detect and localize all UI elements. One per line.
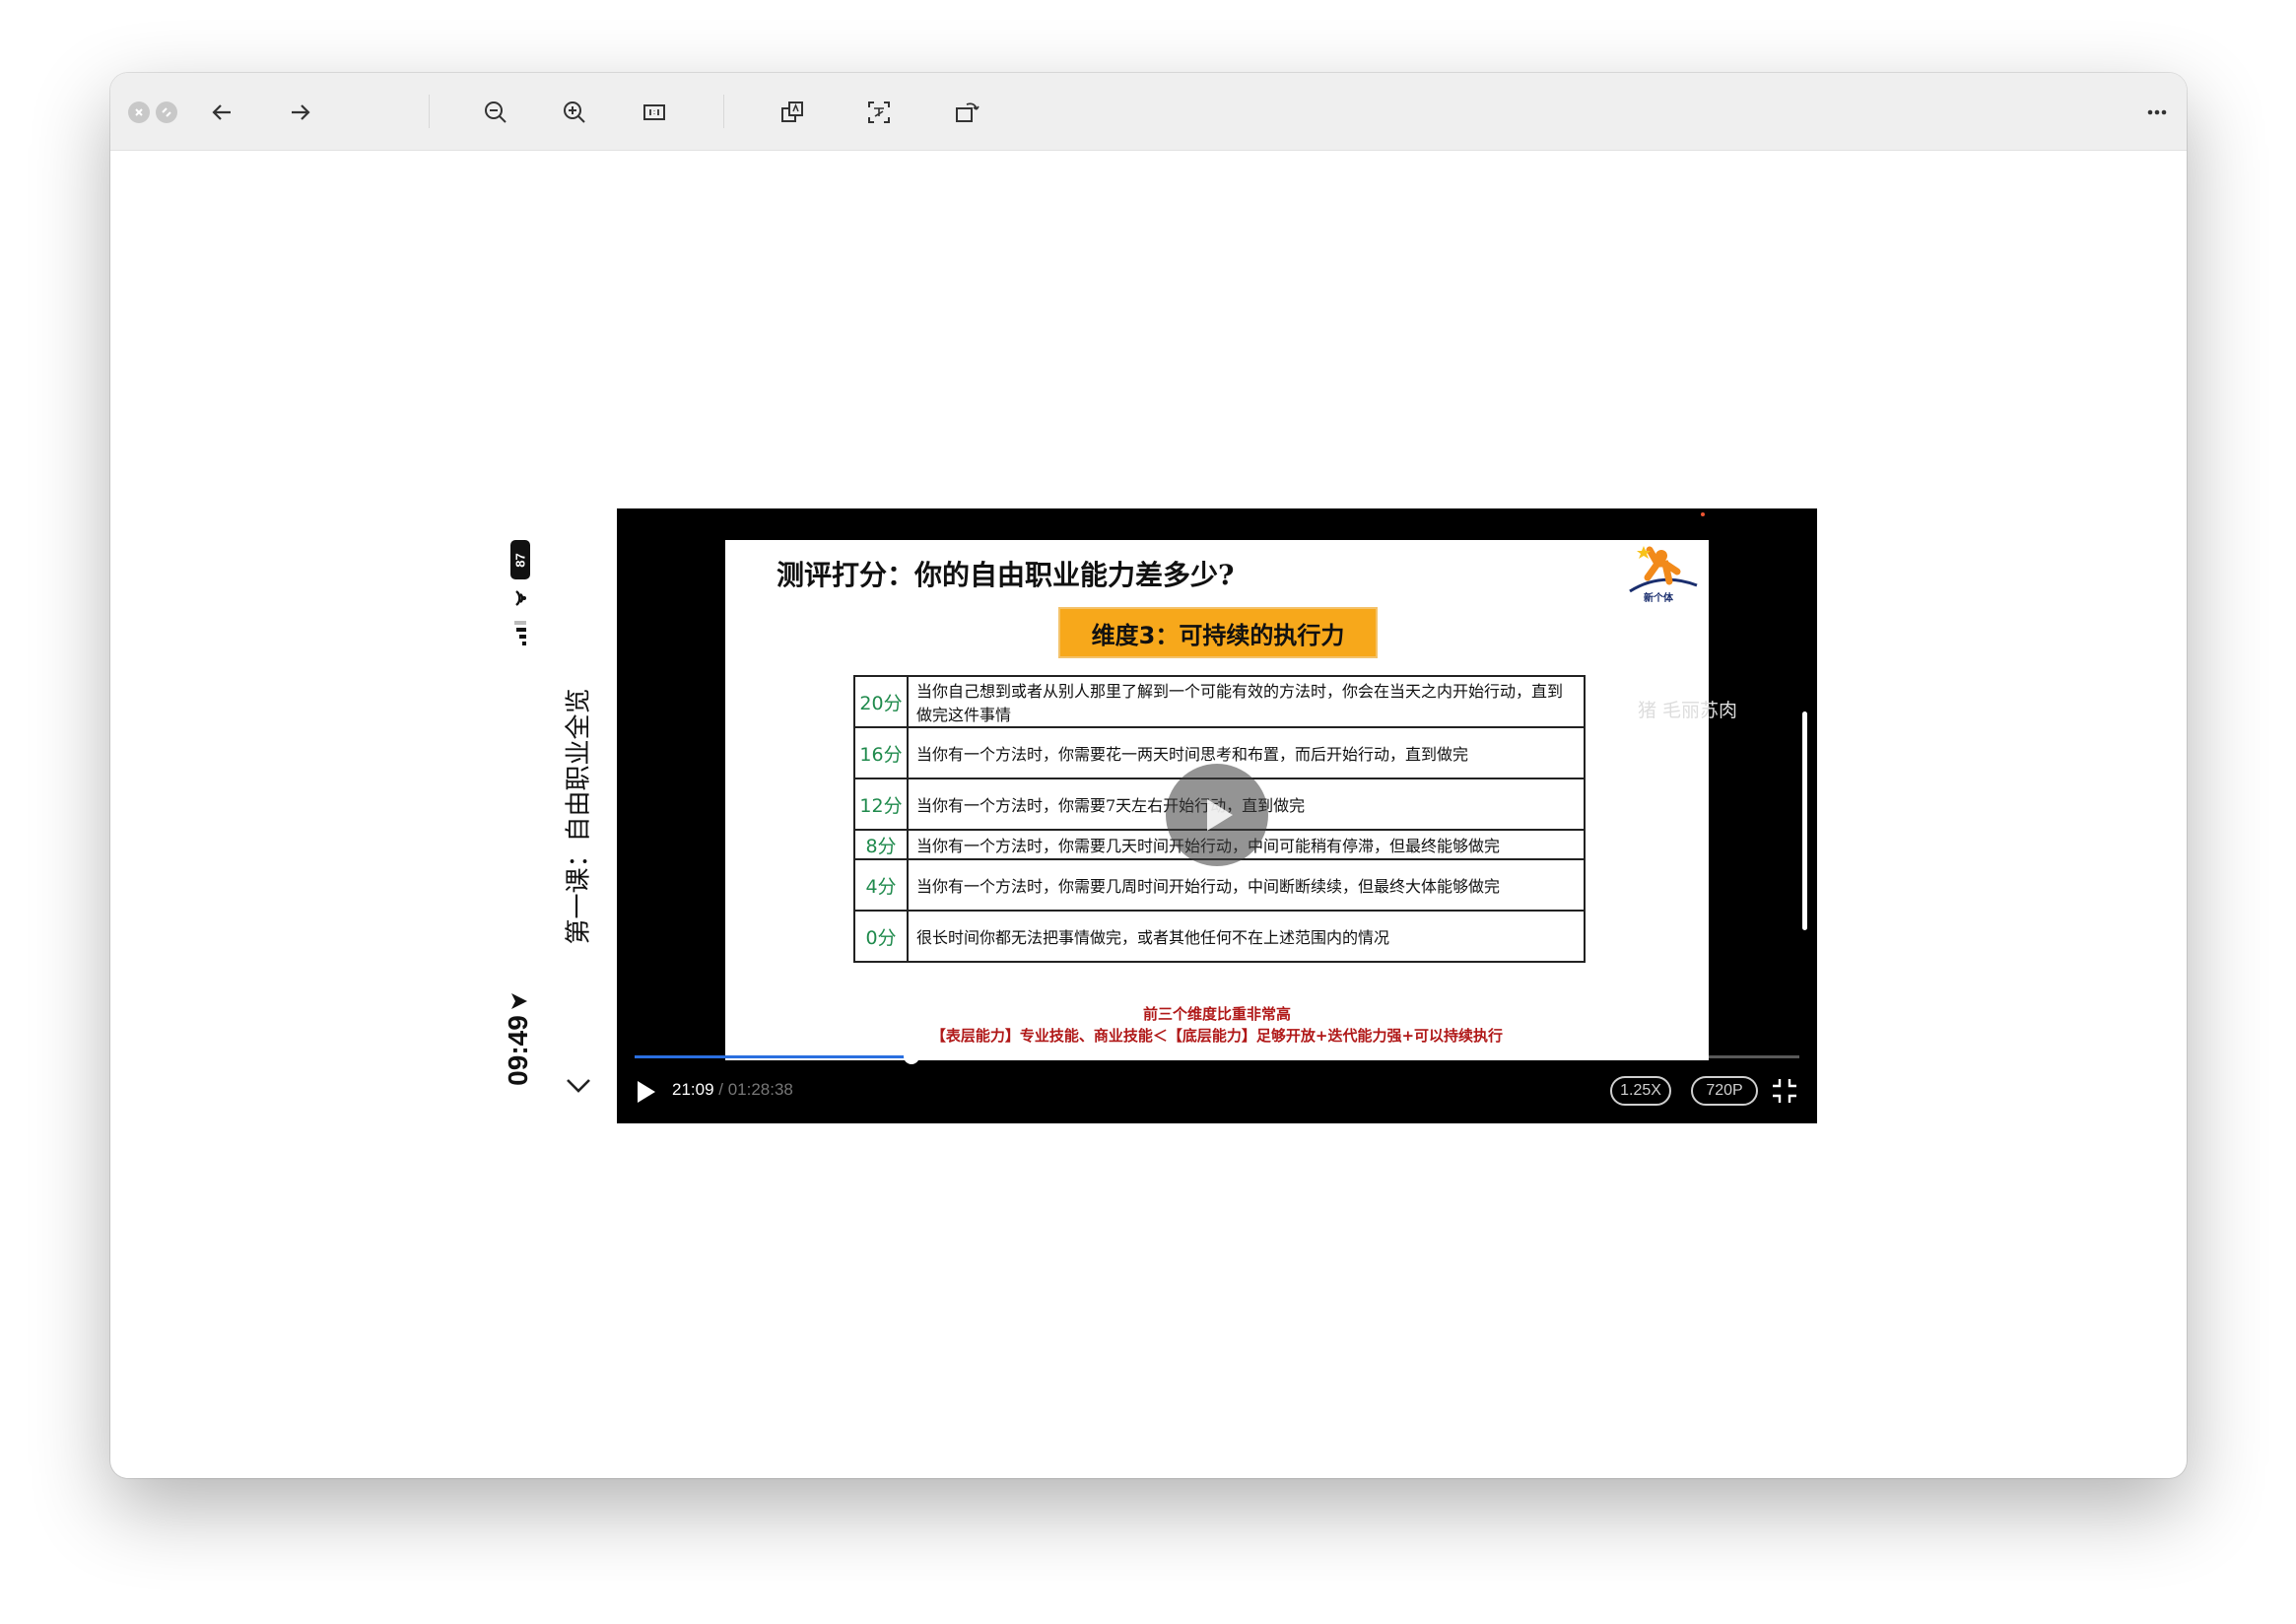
danmaku-comment: 猪 毛丽苏肉 — [1638, 700, 1738, 721]
time-display: 21:09 / 01:28:38 — [672, 1080, 793, 1100]
logo-text: 新个体 — [1644, 593, 1673, 604]
actual-size-icon[interactable] — [638, 96, 671, 129]
dimension-banner: 维度3：可持续的执行力 — [1058, 607, 1378, 658]
chevron-down-icon[interactable] — [564, 1074, 593, 1098]
current-time: 21:09 — [672, 1080, 714, 1099]
table-row: 4分 当你有一个方法时，你需要几周时间开始行动，中间断断续续，但最终大体能够做完 — [853, 858, 1586, 912]
play-icon[interactable] — [635, 1078, 658, 1106]
toolbar-separator — [429, 95, 430, 128]
battery-indicator: 87 — [510, 540, 530, 579]
scrollbar[interactable] — [1802, 711, 1807, 930]
score-cell: 12分 — [853, 778, 909, 831]
quality-button[interactable]: 720P — [1691, 1076, 1758, 1106]
play-overlay-button[interactable] — [1166, 764, 1268, 866]
description-cell: 当你有一个方法时，你需要花一两天时间思考和布置，而后开始行动，直到做完 — [907, 726, 1586, 779]
toolbar-separator — [723, 95, 724, 128]
forward-arrow-icon[interactable] — [284, 96, 317, 129]
score-cell: 16分 — [853, 726, 909, 779]
score-cell: 8分 — [853, 829, 909, 860]
slide-footnote: 前三个维度比重非常高 — [1142, 1005, 1291, 1023]
ocr-scan-icon[interactable] — [862, 96, 896, 129]
score-cell: 20分 — [853, 675, 909, 728]
zoom-out-icon[interactable] — [479, 96, 512, 129]
exit-fullscreen-icon[interactable] — [1770, 1076, 1799, 1106]
score-cell: 0分 — [853, 910, 909, 963]
course-title: 第一课：自由职业全览 — [564, 688, 594, 945]
rotate-icon[interactable] — [950, 96, 983, 129]
description-cell: 当你自己想到或者从别人那里了解到一个可能有效的方法时，你会在当天之内开始行动，直… — [907, 675, 1586, 728]
video-player[interactable]: 测评打分：你的自由职业能力差多少? 新个体 维度3：可持续的执行力 20分 当你… — [617, 508, 1817, 1123]
progress-bar[interactable] — [635, 1049, 1799, 1064]
back-arrow-icon[interactable] — [205, 96, 238, 129]
close-icon[interactable] — [128, 102, 150, 123]
slide-title: 测评打分：你的自由职业能力差多少? — [777, 559, 1235, 591]
status-time: 09:49 — [503, 1015, 533, 1086]
slide-footnote: 【表层能力】专业技能、商业技能＜【底层能力】足够开放+迭代能力强+可以持续执行 — [930, 1027, 1504, 1045]
more-icon[interactable] — [2140, 96, 2174, 129]
table-row: 0分 很长时间你都无法把事情做完，或者其他任何不在上述范围内的情况 — [853, 910, 1586, 963]
speed-button[interactable]: 1.25X — [1610, 1076, 1671, 1106]
minimize-icon[interactable] — [156, 102, 177, 123]
description-cell: 很长时间你都无法把事情做完，或者其他任何不在上述范围内的情况 — [907, 910, 1586, 963]
wifi-icon — [515, 590, 526, 606]
table-row: 20分 当你自己想到或者从别人那里了解到一个可能有效的方法时，你会在当天之内开始… — [853, 675, 1586, 728]
score-cell: 4分 — [853, 858, 909, 912]
zoom-in-icon[interactable] — [558, 96, 591, 129]
play-icon — [1207, 799, 1233, 831]
description-cell: 当你有一个方法时，你需要几周时间开始行动，中间断断续续，但最终大体能够做完 — [907, 858, 1586, 912]
translate-icon[interactable] — [776, 96, 809, 129]
total-time: / 01:28:38 — [713, 1080, 793, 1099]
recording-dot — [1701, 512, 1705, 516]
progress-fill — [635, 1055, 912, 1058]
toolbar — [110, 73, 2187, 151]
signal-icon — [514, 621, 526, 645]
